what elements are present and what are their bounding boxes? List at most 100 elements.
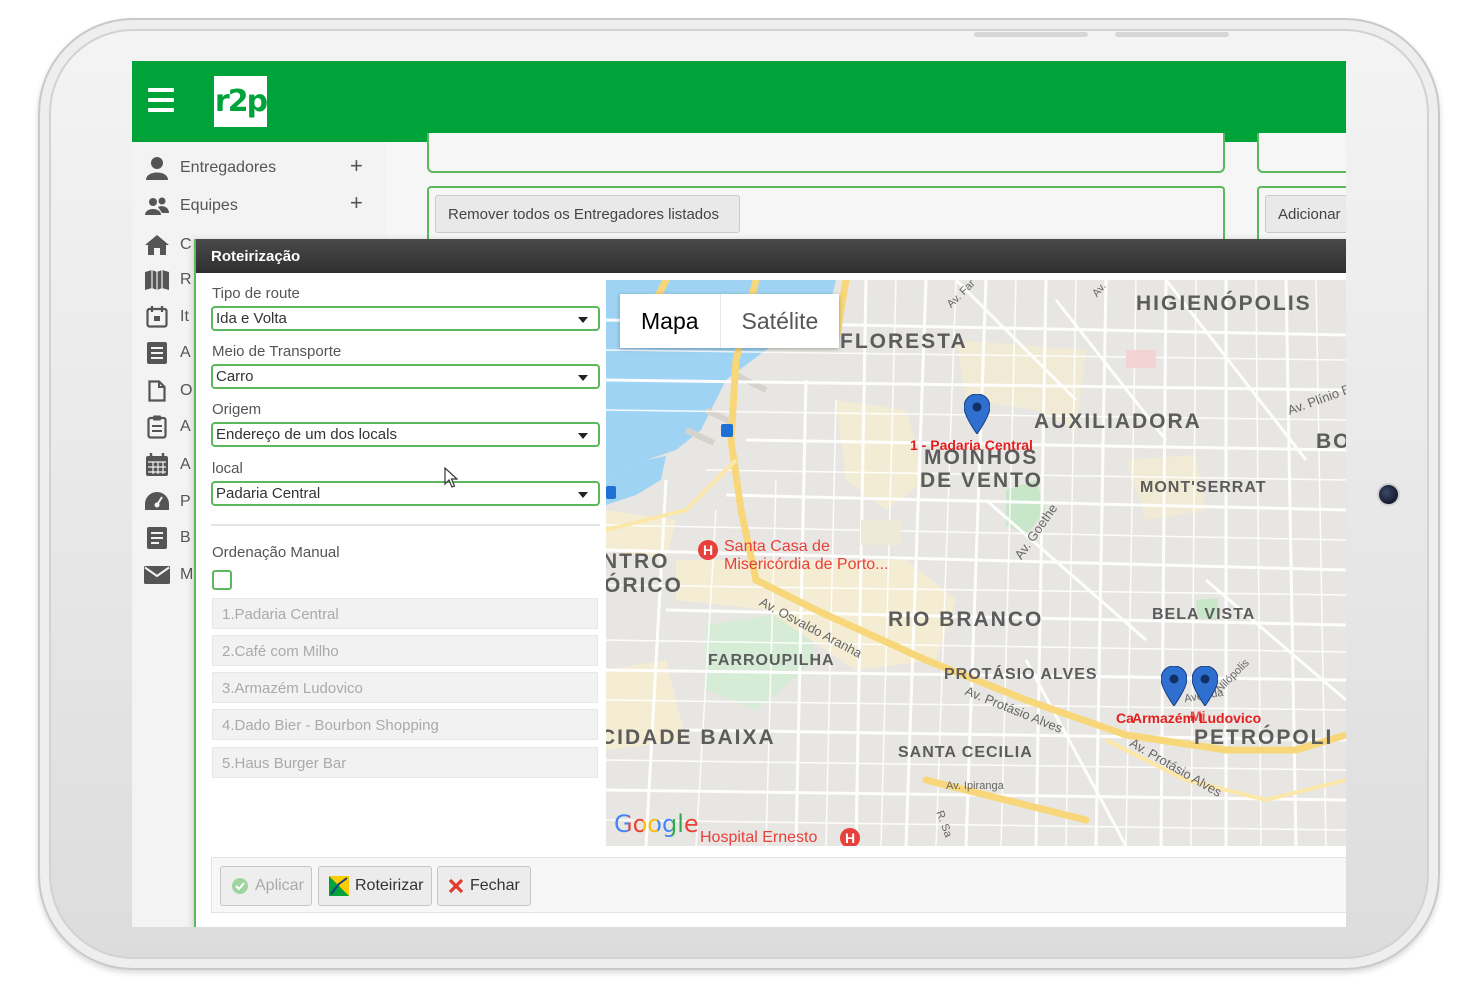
adicionar-button[interactable]: Adicionar xyxy=(1265,195,1346,233)
sidebar-item-7[interactable]: O xyxy=(144,376,192,406)
map-marker-armazem-icon[interactable] xyxy=(1191,665,1219,707)
sidebar-item-6[interactable]: A xyxy=(144,338,191,368)
hamburger-menu-icon[interactable] xyxy=(148,88,174,112)
file-icon xyxy=(144,379,170,403)
route-map-icon xyxy=(329,876,349,896)
map-type-control: Mapa Satélite xyxy=(620,294,840,348)
google-attribution-logo[interactable]: Google xyxy=(614,810,699,838)
transit-station-icon xyxy=(606,486,616,499)
poi-label: Hospital Ernesto xyxy=(700,829,818,846)
map-marker-padaria-icon[interactable] xyxy=(963,393,991,435)
chevron-down-icon xyxy=(578,317,588,323)
dialog-footer: Aplicar Roteirizar Fechar xyxy=(211,857,1346,913)
order-item-1: 1.Padaria Central xyxy=(212,598,598,629)
group-icon xyxy=(144,194,170,218)
home-icon xyxy=(144,233,170,257)
sidebar-item-10[interactable]: P xyxy=(144,487,191,517)
sidebar-item-label: O xyxy=(180,382,193,399)
order-item-5: 5.Haus Burger Bar xyxy=(212,747,598,778)
origin-label: Origem xyxy=(212,401,262,418)
marker-label-mi: Mi xyxy=(1190,708,1206,724)
neighborhood-label: MONT'SERRAT xyxy=(1140,479,1267,496)
route-map[interactable]: Mapa Satélite FLORESTA HIGIENÓPOLIS AUXI… xyxy=(606,280,1346,846)
sidebar-item-4[interactable]: R xyxy=(144,265,192,295)
hospital-icon: H xyxy=(698,540,718,560)
sidebar-item-label: B xyxy=(180,529,191,546)
roteirizar-button[interactable]: Roteirizar xyxy=(318,866,432,906)
app-header: r2p xyxy=(132,61,1346,142)
neighborhood-label: ÓRICO xyxy=(606,574,683,597)
local-label: local xyxy=(212,460,243,477)
order-item-2: 2.Café com Milho xyxy=(212,635,598,666)
sidebar-item-5[interactable]: It xyxy=(144,302,189,332)
hospital-icon: H xyxy=(840,828,860,846)
calendar-box-icon xyxy=(144,305,170,329)
local-value: Padaria Central xyxy=(216,485,321,502)
tablet-button-left xyxy=(974,32,1088,37)
origin-value: Endereço de um dos locals xyxy=(216,426,397,443)
route-type-select[interactable]: Ida e Volta xyxy=(211,306,600,331)
sidebar-item-equipes[interactable]: Equipes xyxy=(144,191,238,221)
sidebar-item-12[interactable]: M xyxy=(144,560,193,590)
manual-order-label: Ordenação Manual xyxy=(212,544,340,561)
roteirizar-button-label: Roteirizar xyxy=(355,877,424,894)
neighborhood-label: BELA VISTA xyxy=(1152,606,1256,623)
dashboard-icon xyxy=(144,490,170,514)
sidebar-item-label: A xyxy=(180,456,191,473)
sidebar-item-label: A xyxy=(180,418,191,435)
google-logo-text: Google xyxy=(614,810,699,838)
map-type-mapa-button[interactable]: Mapa xyxy=(620,294,720,348)
app-logo[interactable]: r2p xyxy=(214,76,268,127)
roteirizacao-dialog: Roteirização Tipo de route Ida e Volta M… xyxy=(194,239,1346,927)
transit-station-icon xyxy=(721,424,733,437)
origin-select[interactable]: Endereço de um dos locals xyxy=(211,422,600,447)
sidebar-item-label: Equipes xyxy=(180,197,238,214)
manual-order-checkbox[interactable] xyxy=(212,570,232,590)
sidebar-item-8[interactable]: A xyxy=(144,412,191,442)
transport-label: Meio de Transporte xyxy=(212,343,342,360)
sidebar-item-label: P xyxy=(180,493,191,510)
poi-label: Santa Casa de xyxy=(724,538,830,555)
sidebar-item-label: C xyxy=(180,236,192,253)
document-icon xyxy=(144,526,170,550)
remove-all-entregadores-button[interactable]: Remover todos os Entregadores listados xyxy=(435,195,740,233)
poi-label: Misericórdia de Porto... xyxy=(724,556,889,573)
close-button-label: Fechar xyxy=(470,877,520,894)
person-icon xyxy=(144,156,170,180)
mail-icon xyxy=(144,563,170,587)
map-type-satellite-button[interactable]: Satélite xyxy=(719,294,840,348)
neighborhood-label: CIDADE BAIXA xyxy=(606,726,776,749)
transport-value: Carro xyxy=(216,368,254,385)
sidebar-item-9[interactable]: A xyxy=(144,450,191,480)
sidebar-item-11[interactable]: B xyxy=(144,523,191,553)
marker-label-padaria: 1 - Padaria Central xyxy=(910,437,1033,453)
sidebar-item-entregadores[interactable]: Entregadores xyxy=(144,153,276,183)
sidebar-item-label: A xyxy=(180,344,191,361)
list-icon xyxy=(144,341,170,365)
sidebar-item-label: It xyxy=(180,308,189,325)
neighborhood-label: NTRO xyxy=(606,550,670,573)
neighborhood-label: BO xyxy=(1316,430,1346,453)
tablet-camera xyxy=(1377,483,1400,506)
sidebar-item-3[interactable]: C xyxy=(144,230,192,260)
add-equipe-plus-icon[interactable]: + xyxy=(350,190,363,216)
order-item-3: 3.Armazém Ludovico xyxy=(212,672,598,703)
chevron-down-icon xyxy=(578,492,588,498)
transport-select[interactable]: Carro xyxy=(211,364,600,389)
apply-button-label: Aplicar xyxy=(255,877,304,894)
neighborhood-label: SANTA CECILIA xyxy=(898,744,1033,761)
neighborhood-label: PETRÓPOLI xyxy=(1194,726,1334,749)
add-entregador-plus-icon[interactable]: + xyxy=(350,153,363,179)
neighborhood-label: DE VENTO xyxy=(920,469,1043,492)
neighborhood-label: AUXILIADORA xyxy=(1034,410,1202,433)
neighborhood-label: FARROUPILHA xyxy=(708,652,835,669)
neighborhood-label: HIGIENÓPOLIS xyxy=(1136,292,1312,315)
route-type-label: Tipo de route xyxy=(212,285,300,302)
close-icon xyxy=(448,878,464,894)
bg-panel-top xyxy=(427,133,1225,173)
local-select[interactable]: Padaria Central xyxy=(211,481,600,506)
calendar-icon xyxy=(144,453,170,477)
map-marker-cafe-icon[interactable] xyxy=(1160,665,1188,707)
apply-button[interactable]: Aplicar xyxy=(220,866,312,906)
close-button[interactable]: Fechar xyxy=(437,866,531,906)
